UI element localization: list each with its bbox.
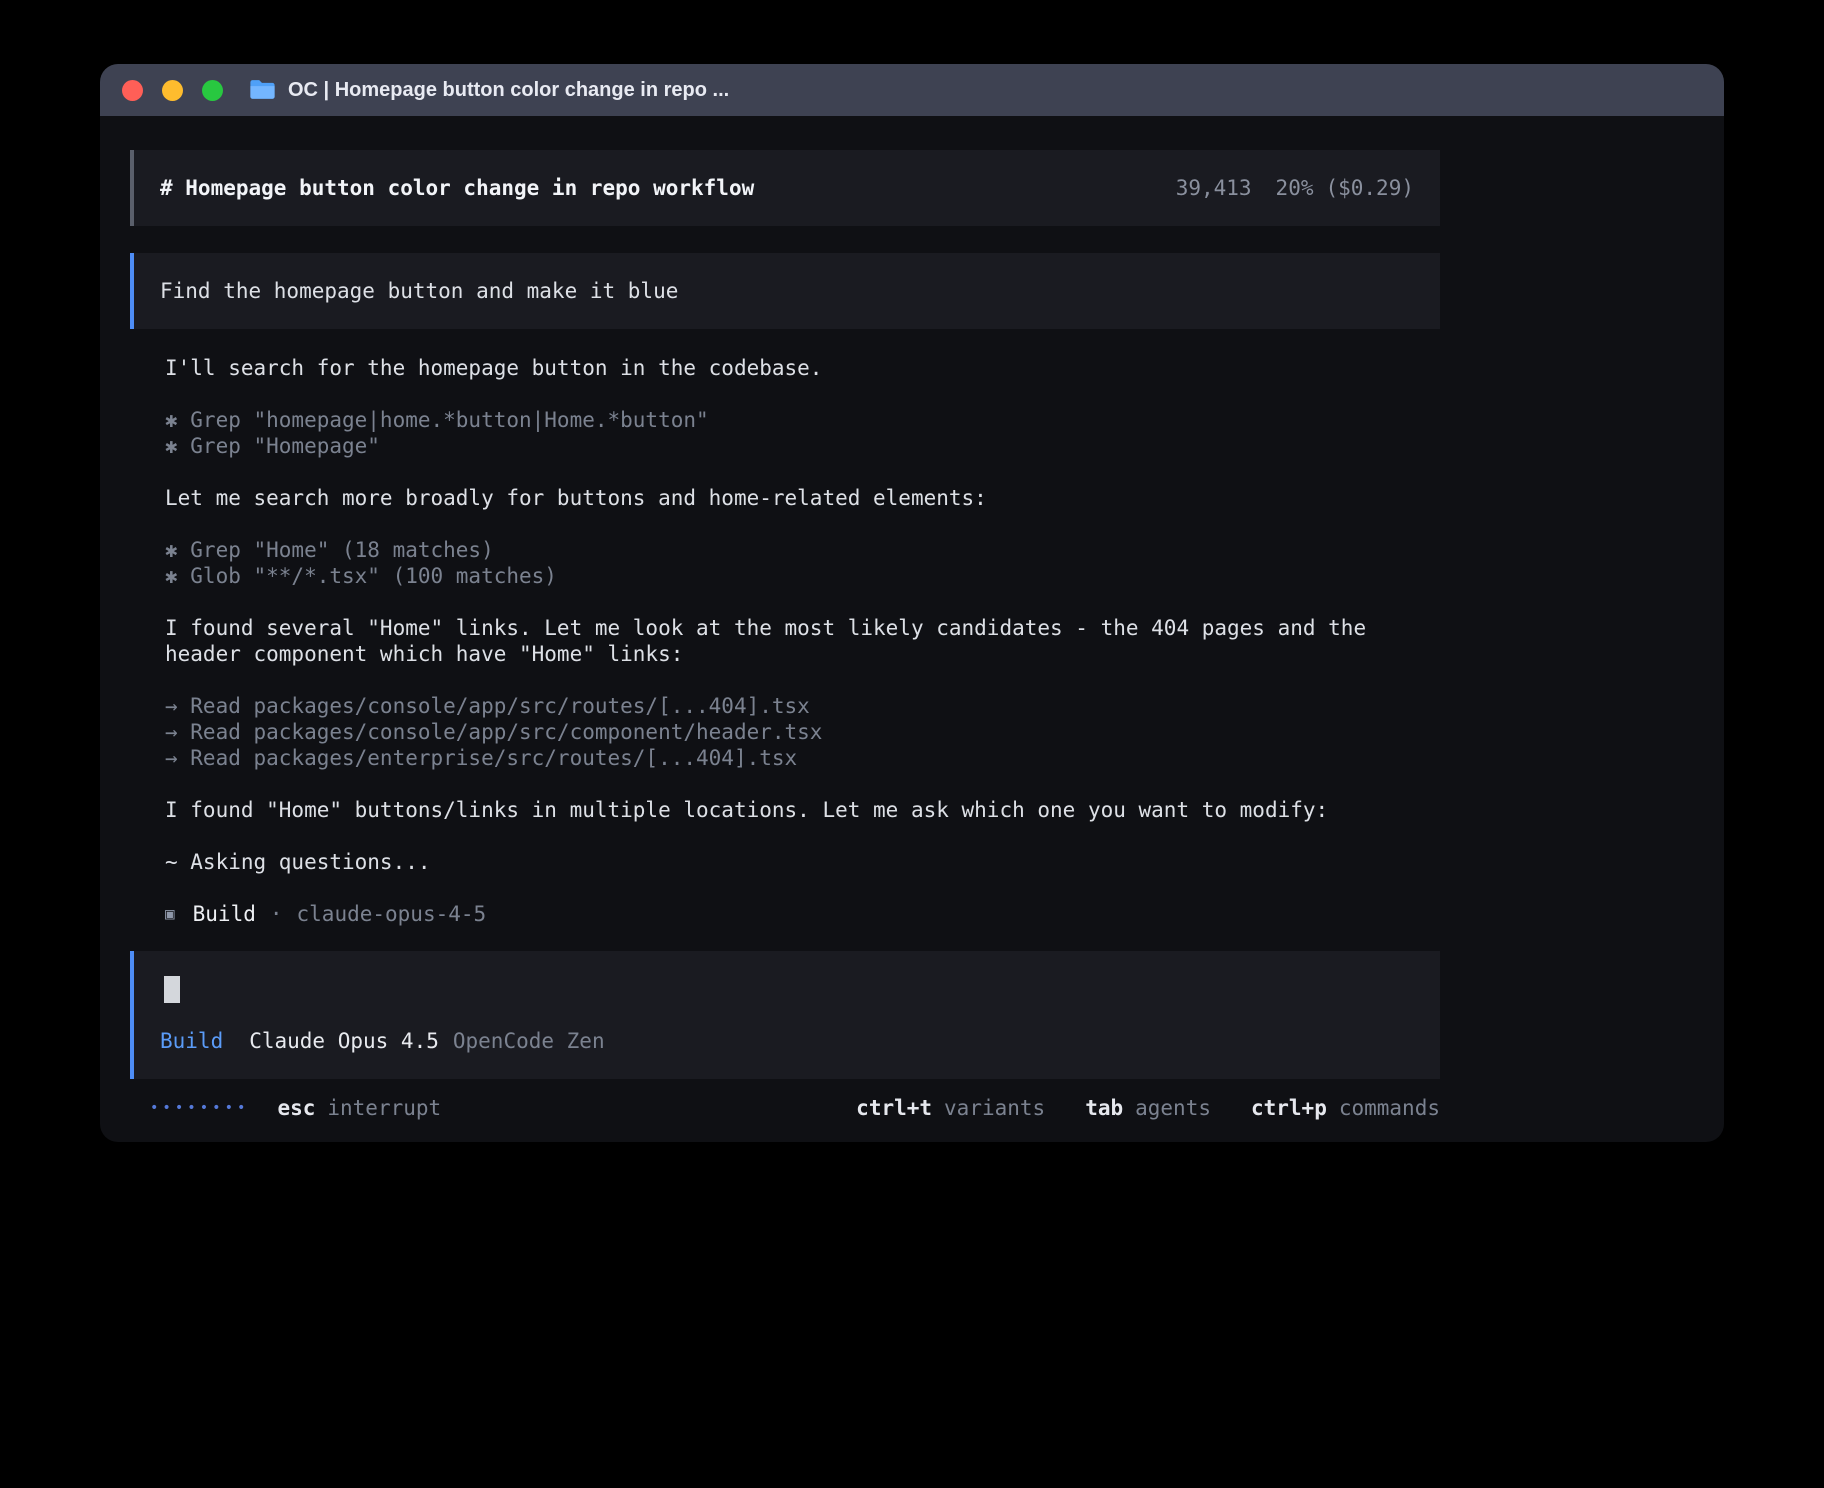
window-title: OC | Homepage button color change in rep… [288,79,729,102]
desktop: OC | Homepage button color change in rep… [0,0,1824,1488]
close-button[interactable] [122,80,143,101]
agent-model: claude-opus-4-5 [297,901,487,927]
tool-call-read: → Read packages/console/app/src/componen… [165,719,1440,745]
token-count: 39,413 [1176,175,1252,201]
minimize-button[interactable] [162,80,183,101]
session-cost: ($0.29) [1325,175,1414,201]
session-title: # Homepage button color change in repo w… [160,175,754,201]
agent-badge: ▣ Build · claude-opus-4-5 [165,901,1440,927]
tool-call-grep: ✱ Grep "Home" (18 matches) [165,537,1440,563]
tool-call-read: → Read packages/enterprise/src/routes/[.… [165,745,1440,771]
input-area[interactable]: Build Claude Opus 4.5 OpenCode Zen [130,951,1440,1079]
zoom-button[interactable] [202,80,223,101]
transcript: I'll search for the homepage button in t… [130,355,1440,927]
agents-label: agents [1135,1095,1211,1121]
model-label: Claude Opus 4.5 [249,1028,439,1054]
tool-call-group: ✱ Grep "homepage|home.*button|Home.*butt… [165,407,1440,459]
assistant-paragraph: I found several "Home" links. Let me loo… [165,615,1440,667]
variants-label: variants [944,1095,1045,1121]
spinner-dots: •••••••• [150,1095,249,1121]
folder-icon [249,79,276,101]
esc-key: esc [277,1095,315,1121]
tool-call-glob: ✱ Glob "**/*.tsx" (100 matches) [165,563,1440,589]
esc-label: interrupt [327,1095,441,1121]
asking-questions-status: ~ Asking questions... [165,849,1440,875]
tool-call-read: → Read packages/console/app/src/routes/[… [165,693,1440,719]
build-agent-icon: ▣ [165,901,175,927]
shortcut-variants: ctrl+t variants [856,1095,1045,1121]
user-message: Find the homepage button and make it blu… [130,253,1440,329]
tab-key: tab [1085,1095,1123,1121]
shortcut-hints: ctrl+t variants tab agents ctrl+p comman… [856,1095,1440,1121]
user-message-text: Find the homepage button and make it blu… [160,279,678,303]
mode-label: Build [160,1028,223,1054]
tool-call-group: ✱ Grep "Home" (18 matches) ✱ Glob "**/*.… [165,537,1440,589]
commands-label: commands [1339,1095,1440,1121]
provider-label: OpenCode Zen [453,1028,605,1054]
status-bar: •••••••• esc interrupt ctrl+t variants t… [130,1095,1440,1121]
session-header: # Homepage button color change in repo w… [130,150,1440,226]
titlebar: OC | Homepage button color change in rep… [100,64,1724,116]
tool-call-grep: ✱ Grep "homepage|home.*button|Home.*butt… [165,407,1440,433]
shortcut-agents: tab agents [1085,1095,1211,1121]
text-cursor[interactable] [164,976,180,1003]
input-status-line: Build Claude Opus 4.5 OpenCode Zen [160,1028,1414,1054]
assistant-paragraph: Let me search more broadly for buttons a… [165,485,1440,511]
context-percent: 20% [1276,175,1314,201]
session-stats: 39,413 20% ($0.29) [1176,175,1414,201]
traffic-lights [122,80,223,101]
tool-call-grep: ✱ Grep "Homepage" [165,433,1440,459]
agent-separator: · [270,901,283,927]
ctrl-t-key: ctrl+t [856,1095,932,1121]
shortcut-commands: ctrl+p commands [1251,1095,1440,1121]
ctrl-p-key: ctrl+p [1251,1095,1327,1121]
assistant-paragraph: I'll search for the homepage button in t… [165,355,1440,381]
agent-name: Build [193,901,256,927]
terminal-window: OC | Homepage button color change in rep… [100,64,1724,1142]
terminal-content: # Homepage button color change in repo w… [130,150,1440,1121]
shortcut-interrupt: esc interrupt [277,1095,441,1121]
assistant-paragraph: I found "Home" buttons/links in multiple… [165,797,1440,823]
tool-call-group: → Read packages/console/app/src/routes/[… [165,693,1440,771]
